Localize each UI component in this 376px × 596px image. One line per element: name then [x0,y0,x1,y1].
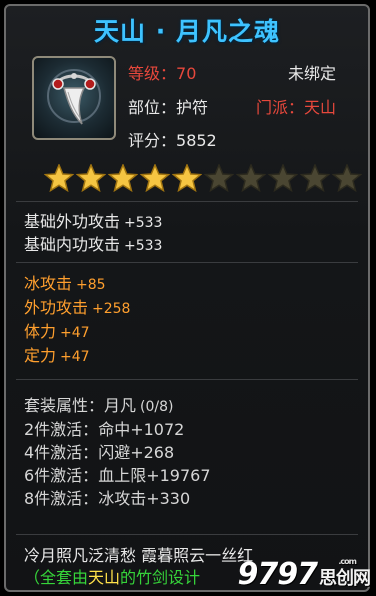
set-header: 套装属性：月凡 (0/8) [24,392,174,416]
set-bonus-label: 6件激活： [24,466,99,485]
star-empty-icon [299,163,331,193]
star-filled-icon [43,163,75,193]
watermark-domain: .com [338,557,357,566]
set-bonus-row: 6件激活：血上限+19767 [24,462,211,486]
site-watermark: 9797 思创网 .com [237,557,372,592]
base-stat-value: +533 [124,238,163,254]
score-label: 评分： [128,131,177,150]
star-filled-icon [171,163,203,193]
watermark-digits: 9797 [237,557,318,592]
divider [16,262,358,263]
level-value: 70 [176,64,197,83]
extra-stat-row: 外功攻击 +258 [24,294,130,318]
extra-stat-row: 定力 +47 [24,342,90,366]
slot-label: 部位： [128,98,177,117]
star-filled-icon [75,163,107,193]
divider [16,534,358,535]
set-bonus-label: 4件激活： [24,443,99,462]
extra-stat-value: +47 [60,325,90,341]
star-rating [43,163,363,194]
school-label: 门派： [256,98,305,117]
star-filled-icon [107,163,139,193]
set-bonus-value: 冰攻击+330 [98,489,191,508]
set-bonus-row: 2件激活：命中+1072 [24,416,184,440]
score-value: 5852 [176,131,217,150]
item-tooltip-panel: 天山 · 月凡之魂 等级：70 未绑定 部位：护符 门派：天山 评分：5852 … [4,4,370,592]
star-filled-icon [139,163,171,193]
set-bonus-row: 4件激活：闪避+268 [24,439,174,463]
extra-stat-row: 体力 +47 [24,318,90,342]
extra-stat-value: +85 [76,277,106,293]
set-bonus-value: 命中+1072 [98,420,185,439]
divider [16,201,358,202]
extra-stat-value: +47 [60,349,90,365]
level-label: 等级： [128,64,177,83]
extra-stat-row: 冰攻击 +85 [24,270,106,294]
item-icon-frame[interactable] [32,56,116,140]
school-value: 天山 [304,98,337,117]
bind-status: 未绑定 [288,64,337,83]
star-empty-icon [235,163,267,193]
watermark-text: 思创网 [319,568,371,589]
level-row: 等级：70 [128,60,196,84]
set-name: 月凡 [104,396,137,415]
school-row: 门派：天山 [256,94,336,118]
base-stat-label: 基础内功攻击 [24,235,121,254]
extra-stat-value: +258 [92,301,131,317]
set-bonus-value: 闪避+268 [98,443,175,462]
star-empty-icon [331,163,363,193]
item-title: 天山 · 月凡之魂 [94,17,280,46]
extra-stat-label: 冰攻击 [24,274,73,293]
base-stat-label: 基础外功攻击 [24,212,121,231]
set-count: (0/8) [140,399,174,415]
extra-stat-label: 体力 [24,322,57,341]
set-bonus-label: 2件激活： [24,420,99,439]
set-bonus-label: 8件激活： [24,489,99,508]
star-empty-icon [267,163,299,193]
slot-value: 护符 [176,98,209,117]
base-stat-value: +533 [124,215,163,231]
flavor-poem: 冷月照凡泛清愁 霞暮照云一丝红 [24,546,254,565]
design-note: （全套由天山的竹剑设计 [24,564,200,588]
base-stat-row: 基础外功攻击 +533 [24,208,162,232]
slot-row: 部位：护符 [128,94,208,118]
score-row: 评分：5852 [128,127,217,151]
design-school: 天山 [88,568,121,587]
design-suffix: 的竹剑设计 [120,568,201,587]
amulet-fang-icon [47,69,101,125]
set-bonus-row: 8件激活：冰攻击+330 [24,485,190,509]
base-stat-row: 基础内功攻击 +533 [24,231,162,255]
extra-stat-label: 外功攻击 [24,298,89,317]
divider [16,379,358,380]
extra-stat-label: 定力 [24,346,57,365]
star-empty-icon [203,163,235,193]
design-prefix: （全套由 [24,568,89,587]
set-bonus-value: 血上限+19767 [98,466,211,485]
set-header-label: 套装属性： [24,396,105,415]
